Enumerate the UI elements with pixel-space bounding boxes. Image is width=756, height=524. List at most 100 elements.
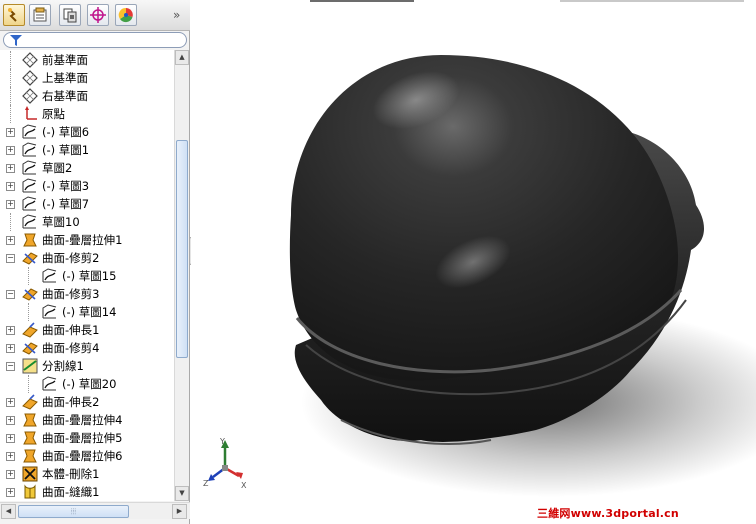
tree-item[interactable]: + 曲面-伸長1 [0,321,174,339]
triad-z-label: Z [203,479,209,488]
tree-item[interactable]: − 曲面-修剪3 [0,285,174,303]
tree-item[interactable]: (-) 草圖14 [0,303,174,321]
tree-item-label: (-) 草圖1 [42,143,90,157]
tree-item[interactable]: + 曲面-疊層拉伸4 [0,411,174,429]
expand-icon[interactable]: + [6,182,15,191]
tree-item-label: 曲面-伸長2 [42,395,100,409]
loft-surface-icon [22,430,38,446]
expand-icon[interactable]: + [6,398,15,407]
tree-item[interactable]: 上基準面 [0,69,174,87]
collapse-icon[interactable]: − [6,254,15,263]
triad-x-label: X [241,481,247,488]
expand-icon[interactable]: + [6,146,15,155]
collapse-icon[interactable]: − [6,290,15,299]
tree-item-label: (-) 草圖20 [62,377,117,391]
expand-icon[interactable]: + [6,128,15,137]
expand-icon[interactable]: + [6,164,15,173]
sketch-icon [22,196,38,212]
expand-icon[interactable]: + [6,326,15,335]
tree-item-label: 前基準面 [42,53,88,67]
origin-icon [22,106,38,122]
split-line-icon [22,358,38,374]
expand-icon[interactable]: + [6,488,15,497]
sketch-icon [42,376,58,392]
loft-surface-icon [22,412,38,428]
propertymanager-tab[interactable] [29,4,51,26]
horizontal-scroll-thumb[interactable]: ⦙⦙⦙ [18,505,129,518]
loft-surface-icon [22,232,38,248]
expand-icon[interactable]: + [6,416,15,425]
expand-icon[interactable]: + [6,470,15,479]
scroll-left-arrow-icon[interactable]: ◀ [1,504,16,519]
helmet-model[interactable] [191,0,756,524]
display-manager-tab[interactable] [115,4,137,26]
expand-icon[interactable]: + [6,434,15,443]
sketch-icon [22,124,38,140]
feature-tree-icon [8,8,17,22]
tree-item-label: (-) 草圖3 [42,179,90,193]
tree-connector [10,105,11,123]
configurationmanager-tab[interactable] [59,4,81,26]
tree-item[interactable]: + 曲面-疊層拉伸1 [0,231,174,249]
trim-surface-icon [22,340,38,356]
tree-item[interactable]: + 曲面-伸長2 [0,393,174,411]
tree-item-label: 曲面-疊層拉伸4 [42,413,123,427]
loft-surface-icon [22,448,38,464]
tree-item[interactable]: + 本體-刪除1 [0,465,174,483]
sketch-icon [22,178,38,194]
tree-item[interactable]: + 曲面-疊層拉伸6 [0,447,174,465]
tree-item-label: (-) 草圖7 [42,197,90,211]
tree-item[interactable]: − 曲面-修剪2 [0,249,174,267]
expand-icon[interactable]: + [6,452,15,461]
tree-item[interactable]: 草圖10 [0,213,174,231]
collapse-icon[interactable]: − [6,362,15,371]
tree-item[interactable]: + 曲面-縫織1 [0,483,174,501]
expand-icon[interactable]: + [6,344,15,353]
tree-item-label: 原點 [42,107,65,121]
tree-item-label: (-) 草圖14 [62,305,117,319]
tree-connector [10,87,11,105]
tree-item-label: 曲面-疊層拉伸6 [42,449,123,463]
tree-filter-input[interactable] [3,32,187,48]
delete-body-icon [22,466,38,482]
tree-item-label: 本體-刪除1 [42,467,100,481]
tree-item[interactable]: + (-) 草圖7 [0,195,174,213]
tree-item-label: 曲面-修剪4 [42,341,100,355]
expand-icon[interactable]: + [6,200,15,209]
feature-tree: 前基準面 上基準面 右基準面 原點 + (-) 草圖6 + (-) 草圖1 + 草圖2 + (-) 草… [0,50,174,501]
scroll-up-arrow-icon[interactable]: ▲ [175,50,189,65]
tree-item-label: 右基準面 [42,89,88,103]
feature-manager-pane: » 前基準面 上基準面 右基準面 原點 + (-) 草圖6 + (-) 草圖1 + 草圖2 + (-)… [0,0,190,524]
graphics-viewport[interactable]: Y X Z 三維网www.3dportal.cn [191,0,756,524]
tree-item[interactable]: + 草圖2 [0,159,174,177]
tree-item[interactable]: + (-) 草圖1 [0,141,174,159]
expand-icon[interactable]: + [6,236,15,245]
featuremanager-tab[interactable] [3,4,25,26]
tree-item-label: (-) 草圖6 [42,125,90,139]
watermark: 三維网www.3dportal.cn [537,507,679,520]
tree-item[interactable]: + 曲面-疊層拉伸5 [0,429,174,447]
tree-item[interactable]: + (-) 草圖3 [0,177,174,195]
tree-item[interactable]: + 曲面-修剪4 [0,339,174,357]
tree-item[interactable]: (-) 草圖15 [0,267,174,285]
more-tabs-button[interactable]: » [173,8,180,22]
tree-item[interactable]: (-) 草圖20 [0,375,174,393]
tree-item[interactable]: − 分割線1 [0,357,174,375]
reference-triad: Y X Z [203,437,247,488]
tree-horizontal-scrollbar[interactable]: ◀ ⦙⦙⦙ ▶ [0,502,190,519]
tree-item[interactable]: + (-) 草圖6 [0,123,174,141]
tree-item[interactable]: 右基準面 [0,87,174,105]
scroll-down-arrow-icon[interactable]: ▼ [175,486,189,501]
panel-tab-bar: » [0,0,190,31]
scroll-right-arrow-icon[interactable]: ▶ [172,504,187,519]
tree-item[interactable]: 前基準面 [0,51,174,69]
tree-vertical-scrollbar[interactable]: ▲ ▼ [174,50,189,501]
tree-connector [10,51,11,69]
tree-item[interactable]: 原點 [0,105,174,123]
extend-surface-icon [22,322,38,338]
sketch-icon [22,214,38,230]
dimxpert-tab[interactable] [87,4,109,26]
vertical-scroll-thumb[interactable] [176,140,188,358]
tree-connector [28,375,29,393]
sketch-icon [22,142,38,158]
